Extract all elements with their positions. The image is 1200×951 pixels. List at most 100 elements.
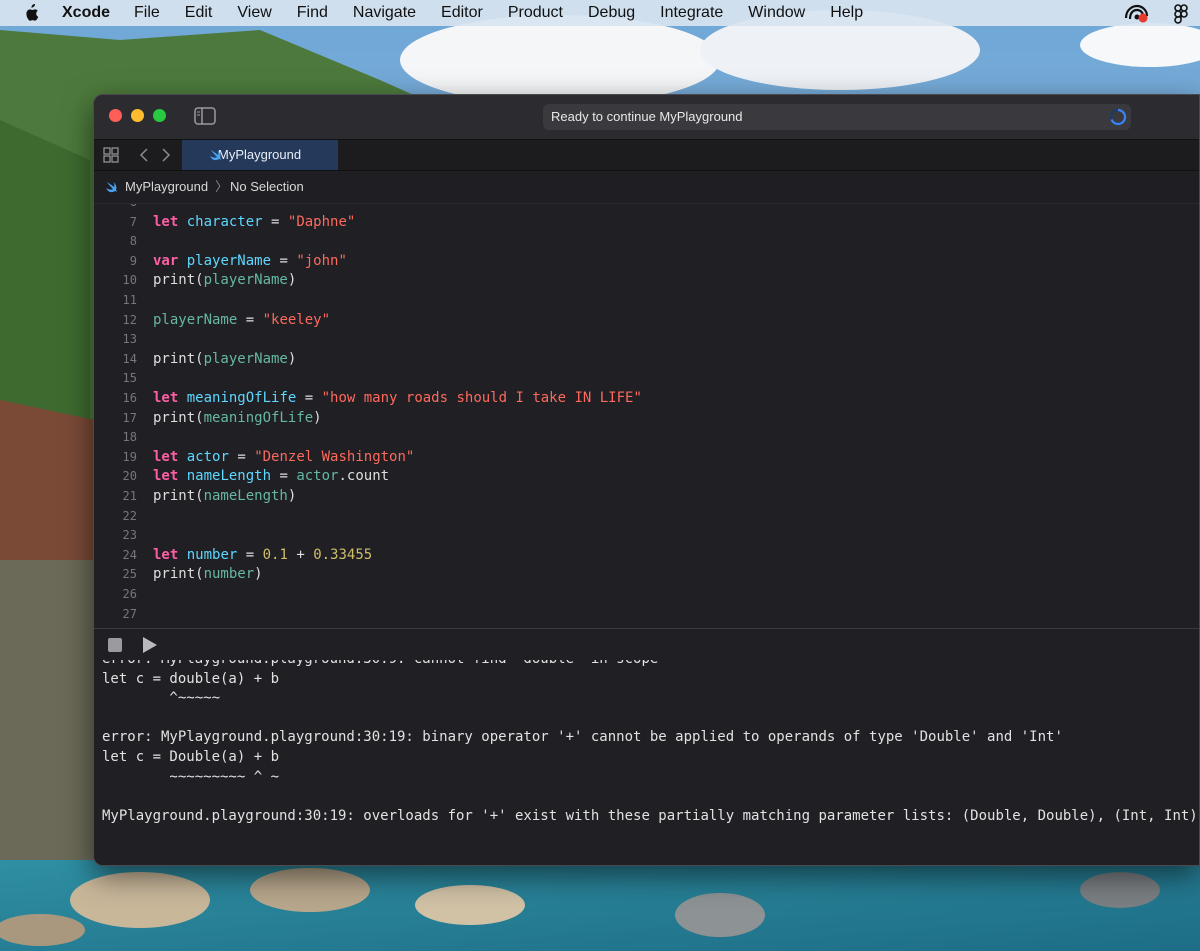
console-line: ^~~~~~ — [102, 690, 221, 707]
code-token: print( — [153, 488, 204, 504]
screen-recorder-icon[interactable] — [1124, 4, 1150, 24]
jump-bar-project[interactable]: MyPlayground — [125, 171, 208, 203]
code-text: print(meaningOfLife) — [153, 409, 322, 429]
line-number: 22 — [122, 508, 137, 523]
close-window-button[interactable] — [109, 109, 122, 122]
line-number: 10 — [122, 273, 137, 288]
code-line[interactable]: 17 print(meaningOfLife) — [94, 409, 1199, 429]
code-line[interactable]: 18 — [94, 428, 1199, 448]
console-line: error: MyPlayground.playground:30:9: can… — [102, 660, 658, 670]
code-text: print(playerName) — [153, 271, 296, 291]
menu-view[interactable]: View — [237, 4, 271, 22]
code-token: "Daphne" — [287, 213, 356, 230]
code-text: let meaningOfLife = "how many roads shou… — [153, 389, 642, 409]
code-token: let — [153, 390, 179, 406]
line-number: 20 — [122, 469, 137, 484]
menu-help[interactable]: Help — [830, 4, 863, 22]
code-line[interactable]: 19 let actor = "Denzel Washington" — [94, 448, 1199, 468]
code-line[interactable]: 24 let number = 0.1 + 0.33455 — [94, 546, 1199, 566]
chevron-right-icon[interactable] — [160, 147, 172, 163]
swift-icon — [210, 150, 221, 161]
code-line[interactable]: 26 — [94, 585, 1199, 605]
code-line[interactable]: 27 — [94, 605, 1199, 625]
code-token: 0.1 — [262, 546, 288, 563]
tab-bar: MyPlayground — [94, 140, 1199, 171]
debug-console[interactable]: error: MyPlayground.playground:30:9: can… — [94, 660, 1199, 865]
menu-edit[interactable]: Edit — [185, 4, 213, 22]
code-token: = — [237, 311, 263, 328]
figma-icon[interactable] — [1174, 4, 1188, 24]
code-line[interactable]: 25 print(number) — [94, 565, 1199, 585]
related-items-grid-icon[interactable] — [103, 147, 119, 163]
code-token: ) — [313, 409, 322, 426]
code-token: number — [186, 546, 238, 563]
code-line[interactable]: 13 — [94, 330, 1199, 350]
code-line[interactable]: 15 — [94, 369, 1199, 389]
code-text: let number = 0.1 + 0.33455 — [153, 546, 372, 566]
jump-bar-selection[interactable]: No Selection — [230, 171, 304, 203]
menu-find[interactable]: Find — [297, 4, 328, 22]
chevron-left-icon[interactable] — [138, 147, 150, 163]
code-line[interactable]: 10 print(playerName) — [94, 271, 1199, 291]
apple-logo-icon[interactable] — [22, 4, 40, 22]
menu-product[interactable]: Product — [508, 4, 563, 22]
code-line[interactable]: 12 playerName = "keeley" — [94, 311, 1199, 331]
code-token: "how many roads should I take IN LIFE" — [321, 390, 642, 406]
line-number: 11 — [122, 293, 137, 307]
tab-myplayground[interactable]: MyPlayground — [182, 140, 338, 170]
code-token: let — [153, 546, 179, 563]
jump-bar-separator: 〉 — [215, 179, 229, 194]
code-line[interactable]: 6 — [94, 204, 1199, 213]
code-editor[interactable]: 67 let character = "Daphne" 8 9 var playerNa… — [94, 204, 1199, 628]
code-line[interactable]: 8 — [94, 232, 1199, 252]
stop-button[interactable] — [108, 638, 122, 652]
minimize-window-button[interactable] — [131, 109, 144, 122]
run-play-icon[interactable] — [142, 636, 158, 654]
code-token: = — [296, 390, 322, 406]
code-token: playerName — [153, 311, 238, 328]
activity-status-bar: Ready to continue MyPlayground — [543, 104, 1131, 130]
code-token: nameLength — [186, 468, 272, 485]
code-line[interactable]: 21 print(nameLength) — [94, 487, 1199, 507]
line-number: 16 — [122, 391, 137, 405]
line-number: 9 — [129, 253, 137, 268]
line-number: 8 — [129, 234, 137, 249]
line-number: 6 — [94, 204, 137, 213]
code-token: .count — [338, 468, 390, 485]
menu-app-name[interactable]: Xcode — [62, 4, 110, 22]
menu-file[interactable]: File — [134, 4, 160, 22]
code-line[interactable]: 14 print(playerName) — [94, 350, 1199, 370]
code-token: ) — [287, 350, 297, 367]
sidebar-toggle-icon[interactable] — [194, 107, 216, 125]
code-line[interactable]: 9 var playerName = "john" — [94, 252, 1199, 272]
code-text: let actor = "Denzel Washington" — [153, 448, 414, 468]
menu-navigate[interactable]: Navigate — [353, 4, 416, 22]
code-line[interactable]: 16 let meaningOfLife = "how many roads sh… — [94, 389, 1199, 409]
code-token: 0.33455 — [313, 546, 373, 563]
code-token: ) — [287, 272, 297, 289]
menu-integrate[interactable]: Integrate — [660, 4, 723, 22]
line-number: 25 — [122, 567, 137, 582]
code-line[interactable]: 7 let character = "Daphne" — [94, 213, 1199, 233]
code-text: var playerName = "john" — [153, 252, 347, 272]
code-line[interactable]: 11 — [94, 291, 1199, 311]
code-line[interactable]: 20 let nameLength = actor.count — [94, 467, 1199, 487]
menu-editor[interactable]: Editor — [441, 4, 483, 22]
console-line: let c = double(a) + b — [102, 670, 280, 687]
jump-bar: MyPlayground 〉 No Selection — [94, 171, 1199, 204]
code-token: print( — [153, 350, 204, 367]
zoom-window-button[interactable] — [153, 109, 166, 122]
code-line[interactable]: 22 — [94, 507, 1199, 527]
menu-debug[interactable]: Debug — [588, 4, 635, 22]
code-line[interactable]: 23 — [94, 526, 1199, 546]
code-token: "keeley" — [262, 311, 331, 328]
line-number: 21 — [122, 489, 137, 503]
code-token: print( — [153, 272, 204, 289]
code-text: print(playerName) — [153, 350, 296, 370]
progress-spinner-icon — [1109, 108, 1127, 126]
menu-window[interactable]: Window — [748, 4, 805, 22]
menu-bar: Xcode File Edit View Find Navigate Edito… — [0, 0, 1200, 26]
code-text: let character = "Daphne" — [153, 213, 355, 233]
